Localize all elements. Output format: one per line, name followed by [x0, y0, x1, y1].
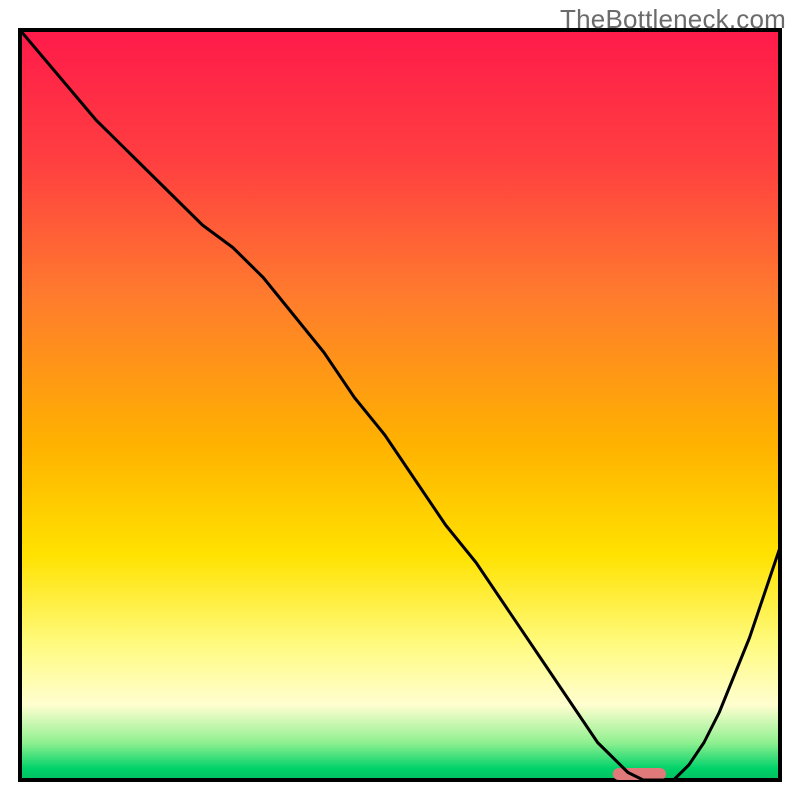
plot-background: [20, 30, 780, 780]
bottleneck-chart: [0, 0, 800, 800]
chart-stage: TheBottleneck.com: [0, 0, 800, 800]
watermark-text: TheBottleneck.com: [560, 4, 786, 35]
